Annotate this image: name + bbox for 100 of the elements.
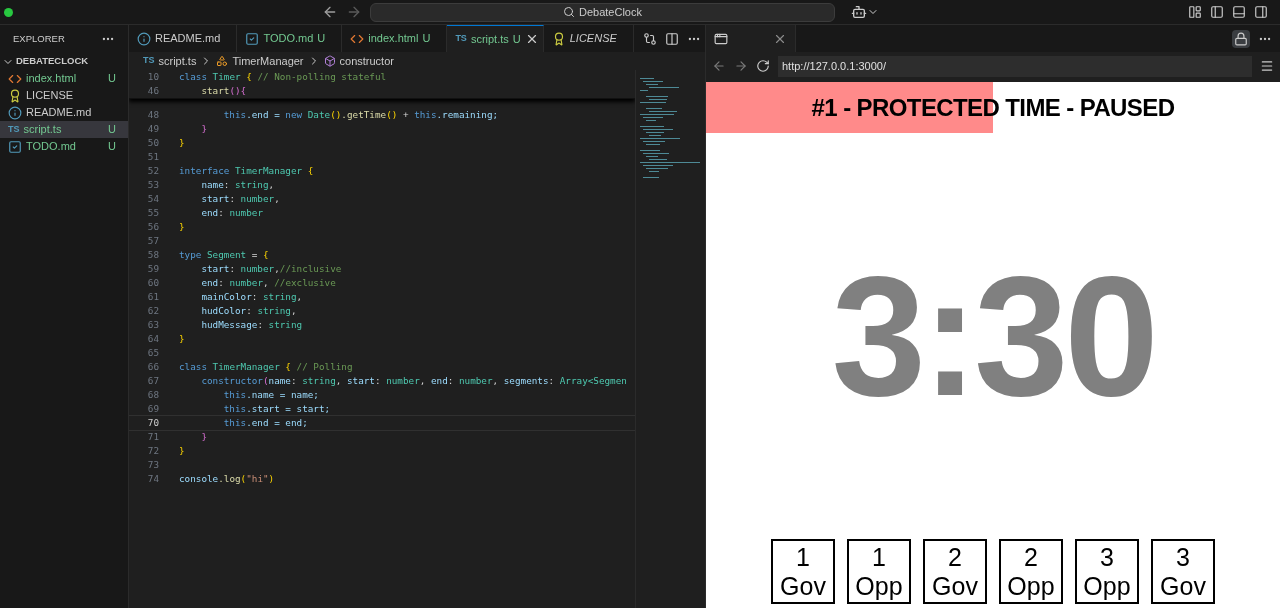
secondary-sidebar-icon[interactable]	[1254, 5, 1268, 19]
code-line: type Segment = {	[179, 248, 269, 262]
editor-tab[interactable]: TODO.md U	[237, 25, 343, 52]
info-icon	[8, 105, 22, 120]
editor-tab[interactable]: TS script.ts U	[447, 25, 544, 52]
menu-icon[interactable]	[1260, 59, 1274, 73]
compare-icon[interactable]	[643, 31, 657, 46]
code-line: start(){	[200, 84, 247, 98]
breadcrumb[interactable]: TimerManager	[216, 52, 304, 70]
file-item[interactable]: TS script.ts U	[0, 121, 128, 138]
ts-icon: TS	[8, 122, 20, 137]
line-number: 50	[146, 136, 159, 150]
line-number: 67	[146, 374, 159, 388]
line-number: 51	[146, 150, 159, 164]
back-icon[interactable]	[322, 4, 338, 20]
line-number: 58	[146, 248, 159, 262]
line-number: 49	[146, 122, 159, 136]
forward-icon[interactable]	[346, 4, 362, 20]
line-number: 59	[146, 262, 159, 276]
code-line: this.end = end;	[222, 416, 308, 430]
code-line: this.name = name;	[222, 388, 319, 402]
cube-icon	[323, 55, 336, 67]
line-number: 64	[146, 332, 159, 346]
code-line: }	[179, 220, 185, 234]
timer-display: 3:30	[831, 251, 1155, 421]
code-line: mainColor: string,	[200, 290, 303, 304]
line-number: 57	[146, 234, 159, 248]
browser-tab[interactable]	[706, 25, 796, 52]
line-number: 74	[146, 472, 159, 486]
line-number: 48	[146, 108, 159, 122]
code-line: }	[200, 430, 207, 444]
line-number: 55	[146, 206, 159, 220]
line-number: 69	[146, 402, 159, 416]
split-editor-icon[interactable]	[665, 31, 679, 46]
file-item[interactable]: TODO.md U	[0, 138, 128, 155]
speaker-button[interactable]: 3 Opp	[1075, 539, 1139, 604]
speaker-button[interactable]: 1 Opp	[847, 539, 911, 604]
line-number: 61	[146, 290, 159, 304]
sidebar-toggle-icon[interactable]	[1210, 5, 1224, 19]
lock-icon	[1234, 31, 1248, 46]
line-number: 60	[146, 276, 159, 290]
code-line: }	[179, 444, 185, 458]
line-number: 46	[146, 84, 159, 98]
line-number: 68	[146, 388, 159, 402]
back-icon[interactable]	[712, 59, 726, 73]
forward-icon[interactable]	[734, 59, 748, 73]
line-number: 63	[146, 318, 159, 332]
speaker-button[interactable]: 2 Gov	[923, 539, 987, 604]
browser-icon	[714, 31, 728, 46]
status-title: #1 - PROTECTED TIME - PAUSED	[811, 92, 1175, 123]
breadcrumb[interactable]: constructor	[323, 52, 394, 70]
code-line: console.log("hi")	[179, 472, 275, 486]
code-line: }	[200, 122, 207, 136]
code-line: start: number,	[200, 192, 280, 206]
file-item[interactable]: index.html U	[0, 70, 128, 87]
line-number: 66	[146, 360, 159, 374]
speaker-button[interactable]: 3 Gov	[1151, 539, 1215, 604]
code-line: this.end = new Date().getTime() + this.remaining;	[222, 108, 499, 122]
line-number: 70	[146, 416, 159, 430]
code-line: end: number, //exclusive	[200, 276, 336, 290]
code-line: class TimerManager { // Polling	[179, 360, 353, 374]
code-line: start: number,//inclusive	[200, 262, 342, 276]
reload-icon[interactable]	[756, 59, 770, 73]
code-line: this.start = start;	[222, 402, 331, 416]
line-number: 72	[146, 444, 159, 458]
folder-header[interactable]: DEBATECLOCK	[0, 53, 128, 70]
code-line: name: string,	[200, 178, 275, 192]
speaker-button[interactable]: 2 Opp	[999, 539, 1063, 604]
checkbox-icon	[8, 139, 22, 154]
ribbon-icon	[8, 88, 22, 103]
layout-icon[interactable]	[1188, 5, 1202, 19]
explorer-title: EXPLORER	[13, 31, 65, 46]
file-item[interactable]: LICENSE	[0, 87, 128, 104]
line-number: 53	[146, 178, 159, 192]
code-line: end: number	[200, 206, 263, 220]
panel-toggle-icon[interactable]	[1232, 5, 1246, 19]
checkbox-icon	[245, 31, 260, 46]
line-number: 62	[146, 304, 159, 318]
line-number: 54	[146, 192, 159, 206]
editor-tab[interactable]: README.md	[129, 25, 238, 52]
speaker-button[interactable]: 1 Gov	[771, 539, 835, 604]
code-line: constructor(name: string, start: number, end: number, segments: Array<Segmen	[200, 374, 627, 388]
code-line: class Timer { // Non-polling stateful	[179, 70, 387, 84]
line-number: 56	[146, 220, 159, 234]
robot-icon[interactable]	[851, 4, 867, 20]
url-field[interactable]: http://127.0.0.1:3000/	[778, 55, 1252, 77]
code-line: }	[179, 136, 185, 150]
command-center-search[interactable]: DebateClock	[370, 2, 835, 22]
info-icon	[137, 31, 151, 46]
editor-tab[interactable]: LICENSE	[543, 25, 634, 52]
code-line: hudColor: string,	[200, 304, 297, 318]
line-number: 52	[146, 164, 159, 178]
line-number: 71	[146, 430, 159, 444]
breadcrumb[interactable]: TS script.ts	[143, 52, 197, 70]
code-line: hudMessage: string	[200, 318, 303, 332]
line-number: 65	[146, 346, 159, 360]
search-icon	[563, 6, 575, 18]
file-item[interactable]: README.md	[0, 104, 128, 121]
code-line: }	[179, 332, 185, 346]
lock-button[interactable]	[1232, 29, 1250, 48]
